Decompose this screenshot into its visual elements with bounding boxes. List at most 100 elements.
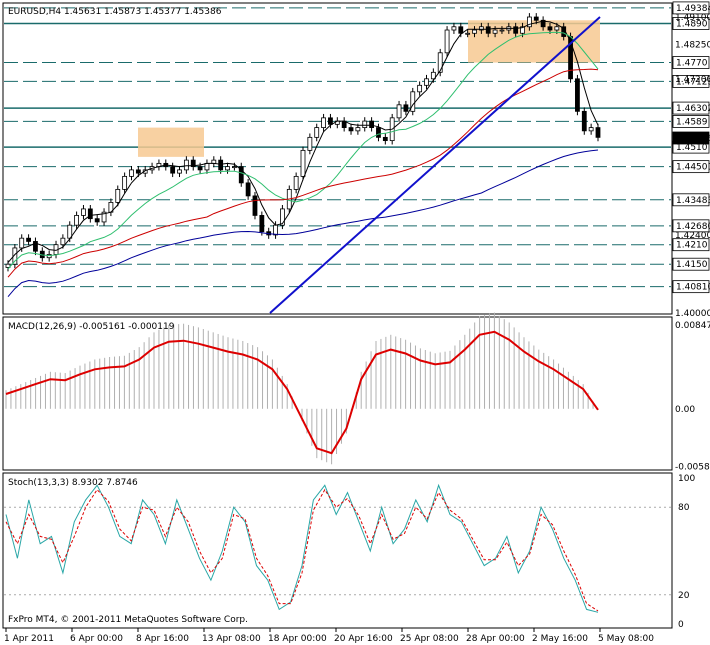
price-label: 1.4589 [676,117,708,127]
candle-body [129,169,134,177]
x-tick-label: 1 Apr 2011 [4,634,54,644]
candle-body [273,224,278,236]
copyright-text: FxPro MT4, © 2001-2011 MetaQuotes Softwa… [8,615,248,625]
candle-body [410,91,416,112]
x-tick-label: 2 May 16:00 [532,634,588,644]
candle-body [328,117,333,125]
candle-body [581,110,587,132]
stoch-axis-label: 0 [678,620,684,630]
candle-body [465,32,471,35]
candle [575,74,580,116]
candle-body [499,29,505,32]
candle-body [444,29,450,54]
candle-body [554,26,560,31]
price-label: 1.4150 [676,260,708,270]
candle [280,205,285,230]
candle-body [417,84,423,93]
x-tick-label: 13 Apr 08:00 [202,634,261,644]
axis-tick-label: 1.40000 [675,309,710,319]
candle-body [472,29,477,34]
stoch-axis-label: 20 [678,591,690,601]
price-label: 1.44501 [676,163,710,173]
candle-body [197,166,203,171]
x-tick-label: 18 Apr 00:00 [268,634,327,644]
candle-body [87,208,93,220]
candle-body [588,127,594,132]
candle [238,162,244,187]
candle-body [321,117,326,128]
candle-body [225,166,230,171]
candle-body [348,127,354,132]
axis-tick-label: 1.47200 [675,75,710,85]
candle-body [396,104,402,119]
candle-body [231,166,237,169]
candle-body [376,127,381,138]
candle-body [170,166,176,174]
price-panel-title: EURUSD,H4 1.45631 1.45873 1.45377 1.4538… [8,7,222,17]
stoch-panel-title: Stoch(13,3,3) 8.9302 7.8746 [8,478,138,488]
candle-body [259,215,265,233]
stoch-axis-label: 80 [678,503,690,513]
candle-body [26,237,31,242]
candle-body [575,78,580,112]
x-tick-label: 8 Apr 16:00 [136,634,189,644]
candle-body [115,188,121,203]
candle-body [218,159,224,171]
macd-axis-label: 0.00 [675,405,695,415]
candle [259,211,265,236]
box-zone-1 [138,127,204,157]
candle-body [19,237,25,249]
candle-body [533,16,539,21]
price-label: 1.4210 [676,241,708,251]
candle-body [595,127,601,138]
candle-body [382,136,388,142]
candle-body [451,26,457,31]
axis-tick-label: 1.49100 [675,13,710,23]
x-tick-label: 25 Apr 08:00 [400,634,459,644]
candle-body [94,218,100,223]
candle-body [245,182,251,197]
candle-body [369,120,375,128]
price-label: 1.43483 [676,196,710,206]
price-label: 1.4510 [676,143,708,153]
candle-body [74,215,80,226]
current-price-label: 1.45386 [676,134,710,144]
axis-tick-label: 1.42400 [675,231,710,241]
candle-body [362,120,368,128]
macd-axis-label: 0.00847 [675,321,710,331]
candle [581,107,587,135]
stoch-axis-label: 100 [678,474,695,484]
x-tick-label: 28 Apr 00:00 [466,634,525,644]
x-tick-label: 6 Apr 00:00 [70,634,123,644]
candle-body [355,127,361,132]
candle-body [211,159,217,164]
candle-body [135,169,141,174]
candle-body [307,136,313,151]
candle-body [314,127,320,138]
candle-body [177,169,182,174]
candle-body [458,26,464,34]
candle-body [485,26,491,34]
candle-body [81,208,86,216]
candle-body [424,78,429,86]
price-label: 1.4770 [676,59,708,69]
candle-body [122,175,128,190]
chart-canvas: 1.493841.48901.47701.471231.463021.45891… [2,1,710,644]
candle-body [204,162,210,171]
price-label: 1.40810 [676,283,710,293]
axis-tick-label: 1.48250 [675,41,710,51]
candle [410,87,416,116]
macd-panel-frame [2,316,673,471]
macd-axis-label: -0.00584 [675,462,710,472]
candle-body [252,195,258,216]
candle-body [60,237,66,246]
candle-body [492,29,498,34]
candle-body [403,104,409,112]
candle-body [300,149,306,177]
x-tick-label: 20 Apr 16:00 [334,634,393,644]
candle-body [437,52,443,73]
macd-panel-title: MACD(12,26,9) -0.005161 -0.000119 [8,322,175,332]
candle-body [547,26,553,31]
chart-window: 1.49384 1.4890 1.4770 1.47123 1.46302 1.4589 1… [0,0,710,645]
x-tick-label: 5 May 08:00 [598,634,654,644]
